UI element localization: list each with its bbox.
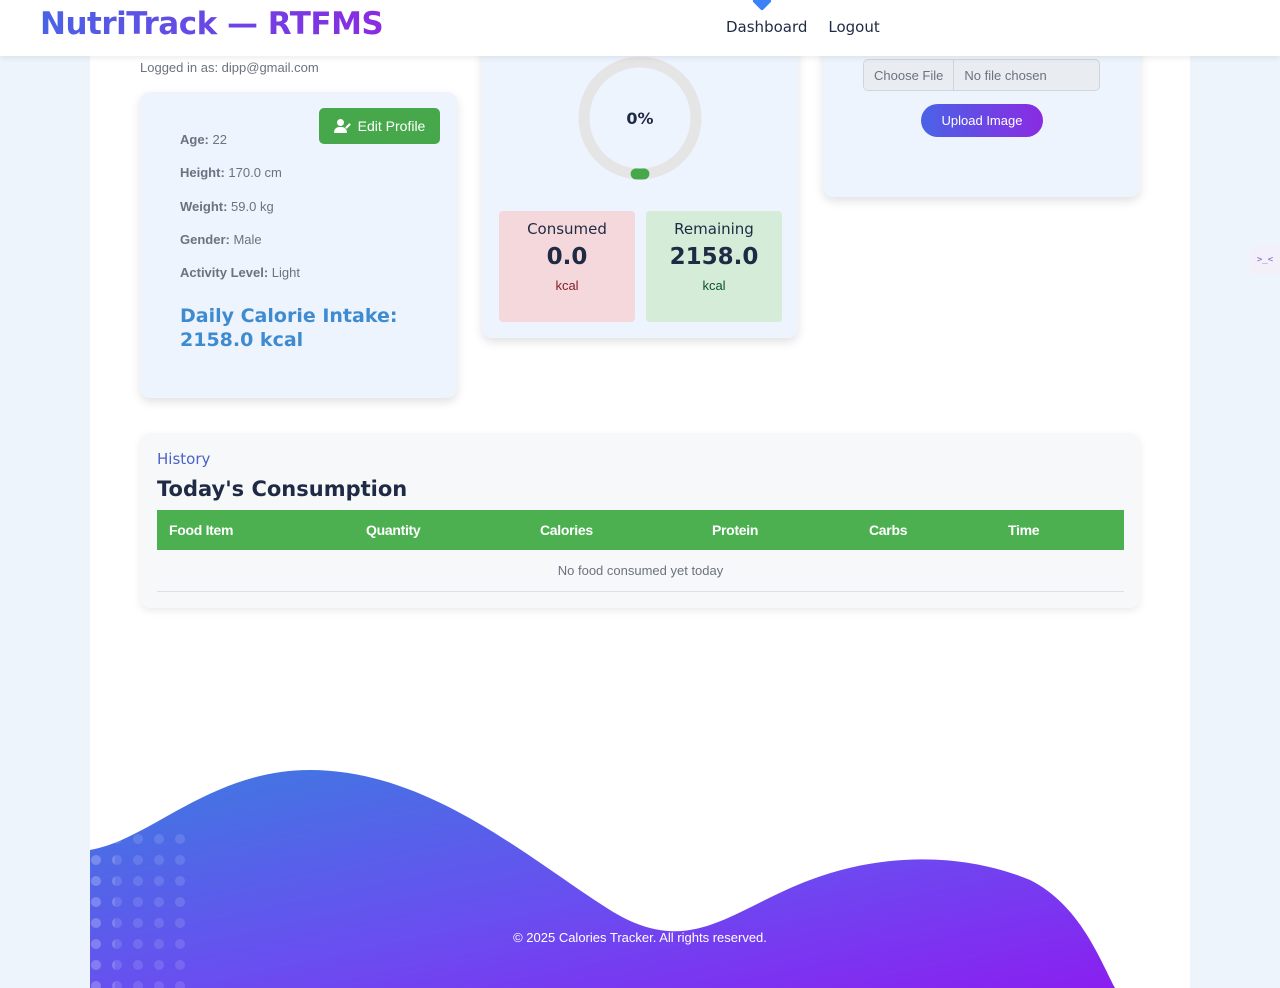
profile-age: Age: 22 — [180, 132, 227, 147]
daily-calorie-intake: Daily Calorie Intake: 2158.0 kcal — [180, 305, 398, 351]
activity-label: Activity Level: — [180, 265, 269, 280]
col-quantity: Quantity — [354, 510, 528, 550]
history-card: History Today's Consumption Food Item Qu… — [140, 433, 1140, 608]
progress-ring: 0% — [576, 54, 704, 182]
age-value: 22 — [212, 132, 227, 147]
col-calories: Calories — [528, 510, 700, 550]
weight-value: 59.0 kg — [231, 199, 274, 214]
file-status: No file chosen — [964, 67, 1047, 83]
history-label: History — [157, 450, 211, 468]
height-label: Height: — [180, 165, 225, 180]
nav-links: Dashboard Logout — [726, 18, 880, 36]
activity-value: Light — [271, 265, 300, 280]
remaining-value: 2158.0 — [669, 244, 759, 270]
col-protein: Protein — [700, 510, 857, 550]
logged-in-text: Logged in as: dipp@gmail.com — [140, 60, 319, 75]
gender-value: Male — [233, 232, 262, 247]
side-widget-icon[interactable]: >_< — [1250, 246, 1280, 274]
user-edit-icon — [333, 119, 351, 133]
col-time: Time — [996, 510, 1124, 550]
remaining-title: Remaining — [674, 220, 754, 238]
consumed-value: 0.0 — [546, 244, 588, 270]
active-nav-indicator — [752, 0, 772, 11]
height-value: 170.0 cm — [228, 165, 282, 180]
profile-gender: Gender: Male — [180, 232, 262, 247]
empty-table-message: No food consumed yet today — [157, 550, 1124, 592]
upload-image-button[interactable]: Upload Image — [921, 104, 1043, 137]
profile-weight: Weight: 59.0 kg — [180, 199, 274, 214]
table-row: No food consumed yet today — [157, 550, 1124, 592]
gender-label: Gender: — [180, 232, 230, 247]
profile-activity: Activity Level: Light — [180, 265, 300, 280]
footer-copyright: © 2025 Calories Tracker. All rights rese… — [513, 930, 767, 945]
consumed-box: Consumed 0.0 kcal — [499, 211, 635, 322]
profile-height: Height: 170.0 cm — [180, 165, 282, 180]
file-input[interactable]: Choose File No file chosen — [863, 59, 1100, 91]
weight-label: Weight: — [180, 199, 228, 214]
age-label: Age: — [180, 132, 209, 147]
edit-profile-button[interactable]: Edit Profile — [319, 108, 440, 144]
footer-wave-graphic — [90, 770, 1115, 988]
history-title: Today's Consumption — [157, 477, 408, 501]
remaining-unit: kcal — [702, 278, 726, 293]
nav-dashboard-link[interactable]: Dashboard — [726, 18, 807, 36]
calorie-progress-card: 0% Consumed 0.0 kcal Remaining 2158.0 kc… — [482, 20, 798, 338]
col-carbs: Carbs — [857, 510, 996, 550]
consumed-title: Consumed — [527, 220, 607, 238]
profile-card: Edit Profile Age: 22 Height: 170.0 cm We… — [140, 92, 457, 398]
nav-logout-link[interactable]: Logout — [828, 18, 879, 36]
top-navbar: NutriTrack — RTFMS Dashboard Logout — [0, 0, 1280, 56]
brand-logo[interactable]: NutriTrack — RTFMS — [40, 6, 384, 42]
consumption-table: Food Item Quantity Calories Protein Carb… — [157, 510, 1124, 592]
consumed-unit: kcal — [555, 278, 579, 293]
table-header-row: Food Item Quantity Calories Protein Carb… — [157, 510, 1124, 550]
progress-percent: 0% — [626, 108, 654, 128]
remaining-box: Remaining 2158.0 kcal — [646, 211, 782, 322]
col-food-item: Food Item — [157, 510, 354, 550]
edit-profile-label: Edit Profile — [357, 118, 426, 134]
choose-file-button[interactable]: Choose File — [864, 60, 955, 90]
